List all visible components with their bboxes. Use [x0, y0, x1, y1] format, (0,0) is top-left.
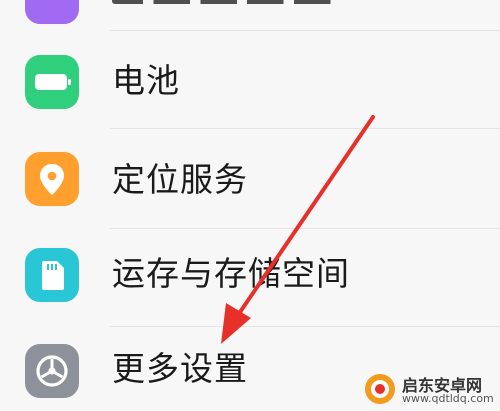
gear-icon	[25, 344, 79, 398]
watermark-logo-icon	[365, 374, 395, 404]
settings-item-label: 运存与存储空间	[112, 254, 350, 293]
settings-item-storage[interactable]: 运存与存储空间	[0, 228, 500, 328]
settings-item-label: 电池	[112, 61, 180, 100]
settings-item-label: 定位服务	[112, 160, 248, 199]
settings-item-location[interactable]: 定位服务	[0, 128, 500, 228]
partial-label-text	[112, 0, 372, 4]
sd-card-icon	[25, 248, 79, 302]
location-pin-icon	[25, 152, 79, 206]
settings-item-label: 更多设置	[112, 349, 248, 388]
settings-item-battery[interactable]: 电池	[0, 30, 500, 128]
settings-item-partial[interactable]	[0, 0, 500, 30]
purple-app-icon	[25, 0, 79, 24]
battery-icon	[25, 55, 79, 109]
watermark: 启东安卓网 www.qdtldq.com	[362, 371, 494, 407]
watermark-url: www.qdtldq.com	[402, 392, 494, 405]
